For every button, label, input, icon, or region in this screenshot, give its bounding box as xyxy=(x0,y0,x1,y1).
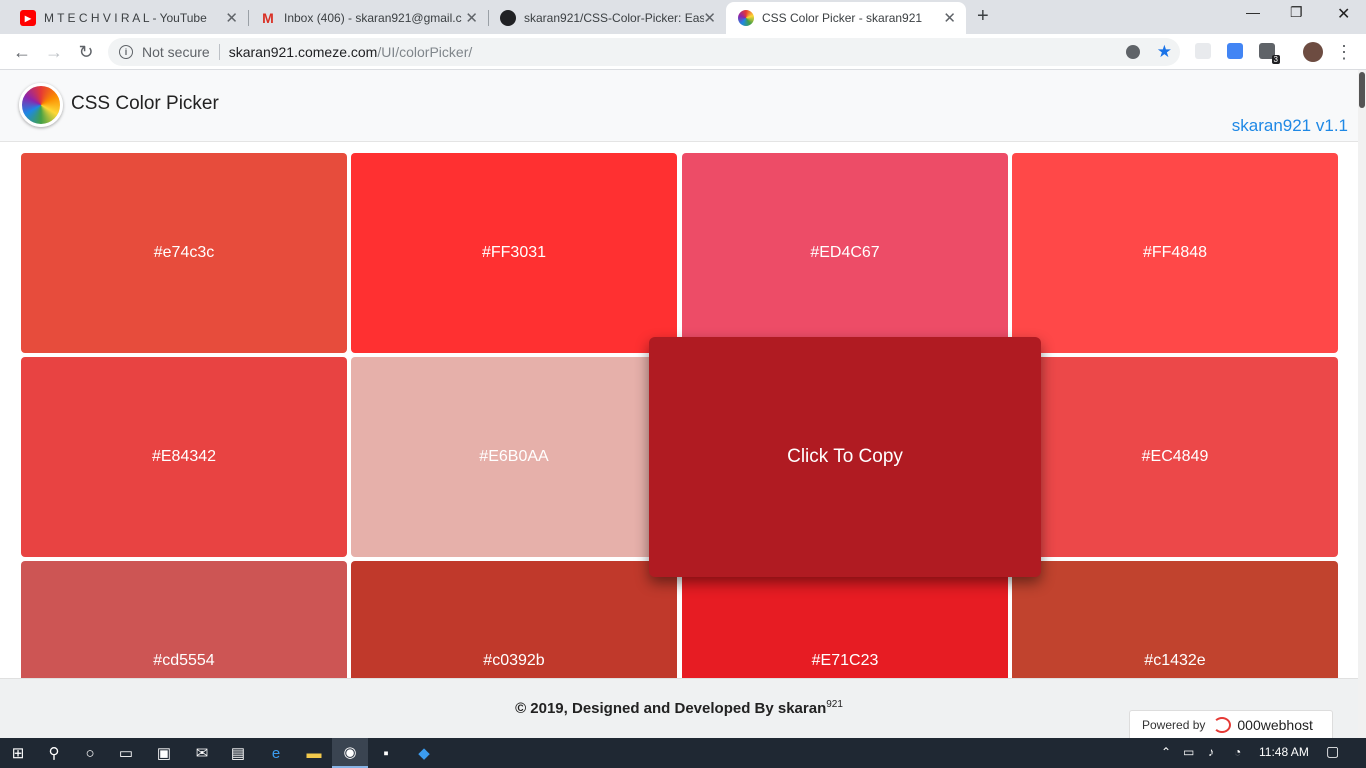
page-scrollbar[interactable] xyxy=(1358,70,1366,738)
terminal-icon[interactable]: ▪ xyxy=(368,738,404,768)
color-swatch[interactable]: #e74c3c xyxy=(21,153,347,353)
tab-gmail[interactable]: M Inbox (406) - skaran921@gmail.c ✕ xyxy=(248,2,488,34)
network-icon[interactable]: ▭ xyxy=(1183,745,1194,759)
translate-blocked-icon[interactable] xyxy=(1126,45,1140,59)
tab-css-color-picker[interactable]: CSS Color Picker - skaran921 ✕ xyxy=(726,2,966,34)
bookmark-star-icon[interactable]: ★ xyxy=(1157,42,1172,62)
app-logo xyxy=(19,83,63,127)
page-title: CSS Color Picker xyxy=(71,93,219,114)
new-tab-button[interactable]: + xyxy=(977,5,989,28)
edge-icon[interactable]: e xyxy=(258,738,294,768)
minimize-icon[interactable]: — xyxy=(1246,4,1260,20)
browser-toolbar: ← → ↻ i Not secure skaran921.comeze.com/… xyxy=(0,34,1366,70)
vscode-icon[interactable]: ◆ xyxy=(406,738,442,768)
close-tab-icon[interactable]: ✕ xyxy=(225,9,238,27)
profile-avatar[interactable] xyxy=(1303,42,1323,62)
click-to-copy-card[interactable]: Click To Copy xyxy=(649,337,1041,577)
close-tab-icon[interactable]: ✕ xyxy=(943,9,956,27)
color-swatch[interactable]: #EC4849 xyxy=(1012,357,1338,557)
webhost-logo-icon xyxy=(1213,717,1232,733)
back-icon[interactable]: ← xyxy=(10,40,34,64)
url-text: skaran921.comeze.com/UI/colorPicker/ xyxy=(228,44,473,60)
desktop-app-icon[interactable]: ▣ xyxy=(146,738,182,768)
close-tab-icon[interactable]: ✕ xyxy=(703,9,716,27)
version-link[interactable]: skaran921 v1.1 xyxy=(1232,116,1348,136)
color-swatch[interactable]: #E84342 xyxy=(21,357,347,557)
page-content: CSS Color Picker skaran921 v1.1 #e74c3c … xyxy=(0,70,1358,738)
browser-tab-strip: ▶ M T E C H V I R A L - YouTube ✕ M Inbo… xyxy=(0,0,1366,34)
clock[interactable]: 11:48 AM xyxy=(1259,745,1309,759)
store-icon[interactable]: ▤ xyxy=(220,738,256,768)
windows-taskbar: ⊞ ⚲ ○ ▭ ▣ ✉ ▤ e ▬ ◉ ▪ ◆ ⌃ ▭ ♪ ◔ 11:48 AM… xyxy=(0,738,1366,768)
extension-icon[interactable] xyxy=(1195,43,1211,59)
page-footer: © 2019, Designed and Developed By skaran… xyxy=(0,678,1358,738)
task-view-icon[interactable]: ▭ xyxy=(108,738,144,768)
wifi-icon[interactable]: ◔ xyxy=(1234,745,1241,759)
tray-chevron-icon[interactable]: ⌃ xyxy=(1161,745,1171,759)
color-wheel-icon xyxy=(738,10,754,26)
scrollbar-thumb[interactable] xyxy=(1359,72,1365,108)
reload-icon[interactable]: ↻ xyxy=(74,40,98,64)
translate-icon[interactable] xyxy=(1227,43,1243,59)
close-tab-icon[interactable]: ✕ xyxy=(465,9,478,27)
mail-icon[interactable]: ✉ xyxy=(184,738,220,768)
tab-youtube[interactable]: ▶ M T E C H V I R A L - YouTube ✕ xyxy=(8,2,248,34)
windows-start-icon[interactable]: ⊞ xyxy=(0,738,36,768)
youtube-icon: ▶ xyxy=(20,10,36,26)
notifications-icon[interactable]: ▢ xyxy=(1326,743,1339,760)
gmail-icon: M xyxy=(262,10,274,26)
volume-icon[interactable]: ♪ xyxy=(1208,745,1214,759)
forward-icon[interactable]: → xyxy=(42,40,66,64)
chrome-icon[interactable]: ◉ xyxy=(332,738,368,768)
app-header: CSS Color Picker skaran921 v1.1 xyxy=(0,70,1358,142)
search-icon[interactable]: ⚲ xyxy=(36,738,72,768)
restore-icon[interactable]: ❐ xyxy=(1290,4,1303,21)
extension-badge-icon[interactable]: 3 xyxy=(1259,43,1280,64)
address-bar[interactable]: i Not secure skaran921.comeze.com/UI/col… xyxy=(108,38,1180,66)
close-window-icon[interactable]: ✕ xyxy=(1337,4,1350,24)
github-icon xyxy=(500,10,516,26)
cortana-icon[interactable]: ○ xyxy=(72,738,108,768)
color-swatch[interactable]: #FF3031 xyxy=(351,153,677,353)
tab-github[interactable]: skaran921/CSS-Color-Picker: Eas ✕ xyxy=(488,2,726,34)
powered-by-badge[interactable]: Powered by 000webhost xyxy=(1129,710,1333,738)
color-swatch[interactable]: #ED4C67 xyxy=(682,153,1008,353)
menu-icon[interactable]: ⋮ xyxy=(1332,40,1356,64)
file-explorer-icon[interactable]: ▬ xyxy=(296,738,332,768)
info-icon[interactable]: i xyxy=(119,45,133,59)
color-swatch[interactable]: #FF4848 xyxy=(1012,153,1338,353)
color-swatch[interactable]: #E6B0AA xyxy=(351,357,677,557)
